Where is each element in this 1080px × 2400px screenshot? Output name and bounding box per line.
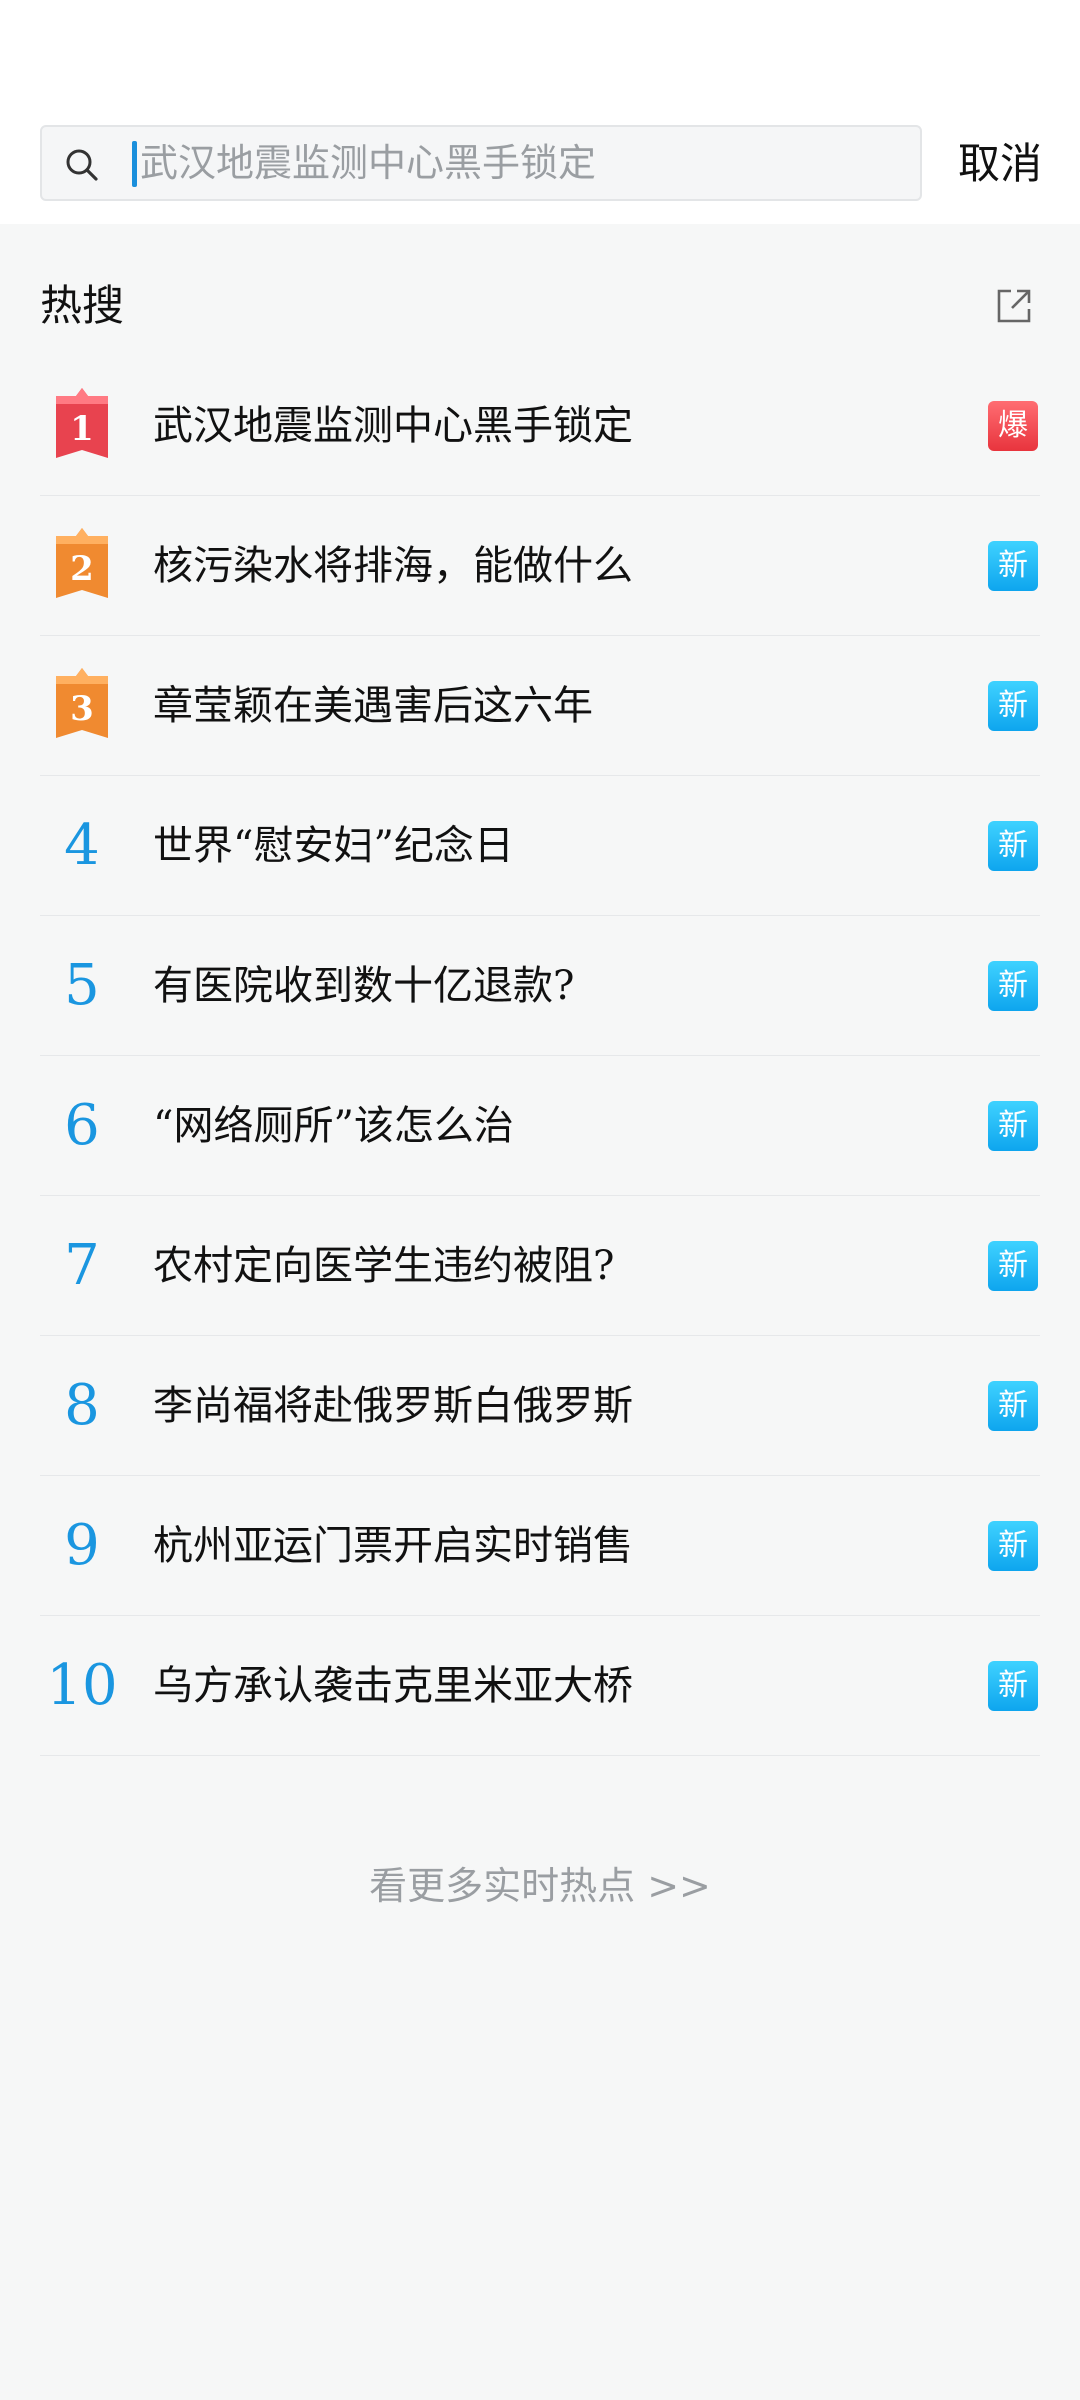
new-badge: 新 <box>988 1661 1038 1711</box>
hot-search-item[interactable]: 2 核污染水将排海，能做什么 新 <box>40 496 1040 636</box>
new-badge: 新 <box>988 1381 1038 1431</box>
rank-number: 8 <box>64 1373 100 1438</box>
new-badge: 新 <box>988 1241 1038 1291</box>
rank-number: 9 <box>64 1513 100 1578</box>
hot-search-title-text: 有医院收到数十亿退款? <box>153 963 575 1009</box>
new-badge: 新 <box>988 961 1038 1011</box>
hot-search-title: 热搜 <box>40 281 125 330</box>
hot-search-title-text: 章莹颖在美遇害后这六年 <box>153 683 593 729</box>
search-box[interactable] <box>40 125 922 201</box>
top-bar: 取消 <box>0 0 1080 224</box>
hot-search-item[interactable]: 7 农村定向医学生违约被阻? 新 <box>40 1196 1040 1336</box>
rank-number: 10 <box>46 1653 118 1718</box>
rank-number: 5 <box>64 953 100 1018</box>
search-input[interactable] <box>130 127 920 199</box>
hot-search-title-text: 杭州亚运门票开启实时销售 <box>153 1523 633 1569</box>
hot-search-item[interactable]: 3 章莹颖在美遇害后这六年 新 <box>40 636 1040 776</box>
hot-search-item[interactable]: 9 杭州亚运门票开启实时销售 新 <box>40 1476 1040 1616</box>
rank-number: 3 <box>70 689 94 729</box>
rank-number: 6 <box>64 1093 100 1158</box>
hot-search-title-text: 世界“慰安妇”纪念日 <box>153 823 514 869</box>
hot-search-item[interactable]: 1 武汉地震监测中心黑手锁定 爆 <box>40 356 1040 496</box>
hot-search-item[interactable]: 8 李尚福将赴俄罗斯白俄罗斯 新 <box>40 1336 1040 1476</box>
hot-search-title-text: 乌方承认袭击克里米亚大桥 <box>153 1663 633 1709</box>
new-badge: 新 <box>988 541 1038 591</box>
hot-search-list: 1 武汉地震监测中心黑手锁定爆 2 核污染水将排海，能做什么新 3 章莹颖在美遇害后这六年… <box>40 356 1040 1756</box>
hot-search-header: 热搜 <box>40 268 1040 344</box>
rank-medal-icon: 2 <box>52 528 112 604</box>
rank-medal-icon: 1 <box>52 388 112 464</box>
rank-number: 2 <box>70 549 94 589</box>
more-hot-link[interactable]: 看更多实时热点 >> <box>0 1855 1080 1910</box>
rank-medal-icon: 3 <box>52 668 112 744</box>
hot-search-item[interactable]: 5 有医院收到数十亿退款? 新 <box>40 916 1040 1056</box>
hot-search-title-text: 武汉地震监测中心黑手锁定 <box>153 403 633 449</box>
new-badge: 新 <box>988 1521 1038 1571</box>
hot-search-item[interactable]: 4 世界“慰安妇”纪念日 新 <box>40 776 1040 916</box>
new-badge: 新 <box>988 681 1038 731</box>
new-badge: 新 <box>988 821 1038 871</box>
hot-search-title-text: 李尚福将赴俄罗斯白俄罗斯 <box>153 1383 633 1429</box>
rank-number: 7 <box>64 1233 100 1298</box>
hot-search-item[interactable]: 6 “网络厕所”该怎么治 新 <box>40 1056 1040 1196</box>
hot-search-title-text: “网络厕所”该怎么治 <box>153 1103 514 1149</box>
hot-badge: 爆 <box>988 401 1038 451</box>
rank-number: 1 <box>70 409 94 449</box>
share-external-icon[interactable] <box>994 286 1034 326</box>
new-badge: 新 <box>988 1101 1038 1151</box>
hot-search-title-text: 农村定向医学生违约被阻? <box>153 1243 615 1289</box>
hot-search-title-text: 核污染水将排海，能做什么 <box>153 543 633 589</box>
hot-search-item[interactable]: 10 乌方承认袭击克里米亚大桥 新 <box>40 1616 1040 1756</box>
rank-number: 4 <box>64 813 100 878</box>
cancel-button[interactable]: 取消 <box>950 128 1050 200</box>
search-icon <box>66 149 98 181</box>
